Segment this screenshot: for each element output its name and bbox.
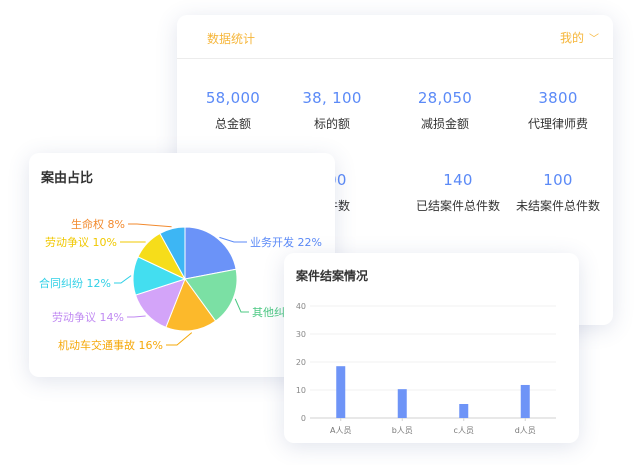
stat-label: 标的额: [313, 117, 350, 131]
pie-leader-line: [114, 275, 132, 284]
stat-value: 3800: [538, 89, 578, 107]
scope-dropdown-label: 我的: [559, 31, 584, 45]
x-tick-label: b人员: [392, 426, 413, 435]
stat-open-cases: 100 未结案件总件数: [503, 171, 613, 214]
stat-value: 28,050: [417, 89, 473, 107]
pie-leader-line: [234, 298, 249, 313]
pie-slice-label: 机动车交通事故 16%: [58, 338, 163, 352]
bar[interactable]: [336, 366, 346, 418]
pie-slice-label: 劳动争议 10%: [45, 235, 117, 249]
pie-leader-line: [128, 223, 172, 228]
pie-leader-line: [219, 236, 247, 243]
case-closure-bar-card: 案件结案情况 0 10 20 30 40 A人员 b人员 c人员 d人员: [284, 253, 579, 443]
x-tick-label: A人员: [330, 426, 351, 435]
stat-label: 总金额: [214, 117, 251, 131]
bar-chart: 0 10 20 30 40 A人员 b人员 c人员 d人员: [296, 302, 556, 435]
stat-label: 未结案件总件数: [515, 199, 600, 213]
stat-label: 代理律师费: [527, 117, 588, 131]
pie-slice-label: 合同纠纷 12%: [39, 276, 111, 290]
y-tick-label: 40: [296, 302, 306, 311]
stat-label: 减损金额: [420, 117, 469, 131]
y-tick-label: 0: [301, 414, 306, 423]
stats-header: 数据统计 我的 ﹀: [177, 15, 613, 59]
stat-value: 58,000: [205, 89, 261, 107]
pie-slice-label: 业务开发 22%: [250, 235, 322, 249]
stat-lawyer-fee: 3800 代理律师费: [503, 89, 613, 132]
stat-loss-reduction: 28,050 减损金额: [390, 89, 500, 132]
scope-dropdown[interactable]: 我的 ﹀: [560, 29, 599, 46]
pie-leader-line: [166, 332, 193, 346]
y-tick-label: 30: [296, 330, 306, 339]
x-tick-label: d人员: [515, 426, 536, 435]
chevron-down-icon: ﹀: [589, 34, 599, 45]
pie-slice-label: 生命权 8%: [71, 217, 125, 231]
bar[interactable]: [397, 389, 407, 418]
pie-slice-label: 劳动争议 14%: [52, 310, 124, 324]
bar[interactable]: [520, 384, 530, 418]
stats-title: 数据统计: [207, 32, 256, 46]
stat-subject-amount: 38, 100 标的额: [277, 89, 387, 132]
stat-value: 100: [543, 171, 573, 189]
pie-leader-line: [127, 315, 146, 318]
bar[interactable]: [459, 404, 469, 418]
y-tick-label: 20: [296, 358, 306, 367]
stat-total-amount: 58,000 总金额: [178, 89, 288, 132]
x-tick-label: c人员: [454, 426, 474, 435]
y-tick-label: 10: [296, 386, 306, 395]
stat-value: 38, 100: [302, 89, 362, 107]
pie-slice-label: 其他纠: [252, 306, 285, 319]
